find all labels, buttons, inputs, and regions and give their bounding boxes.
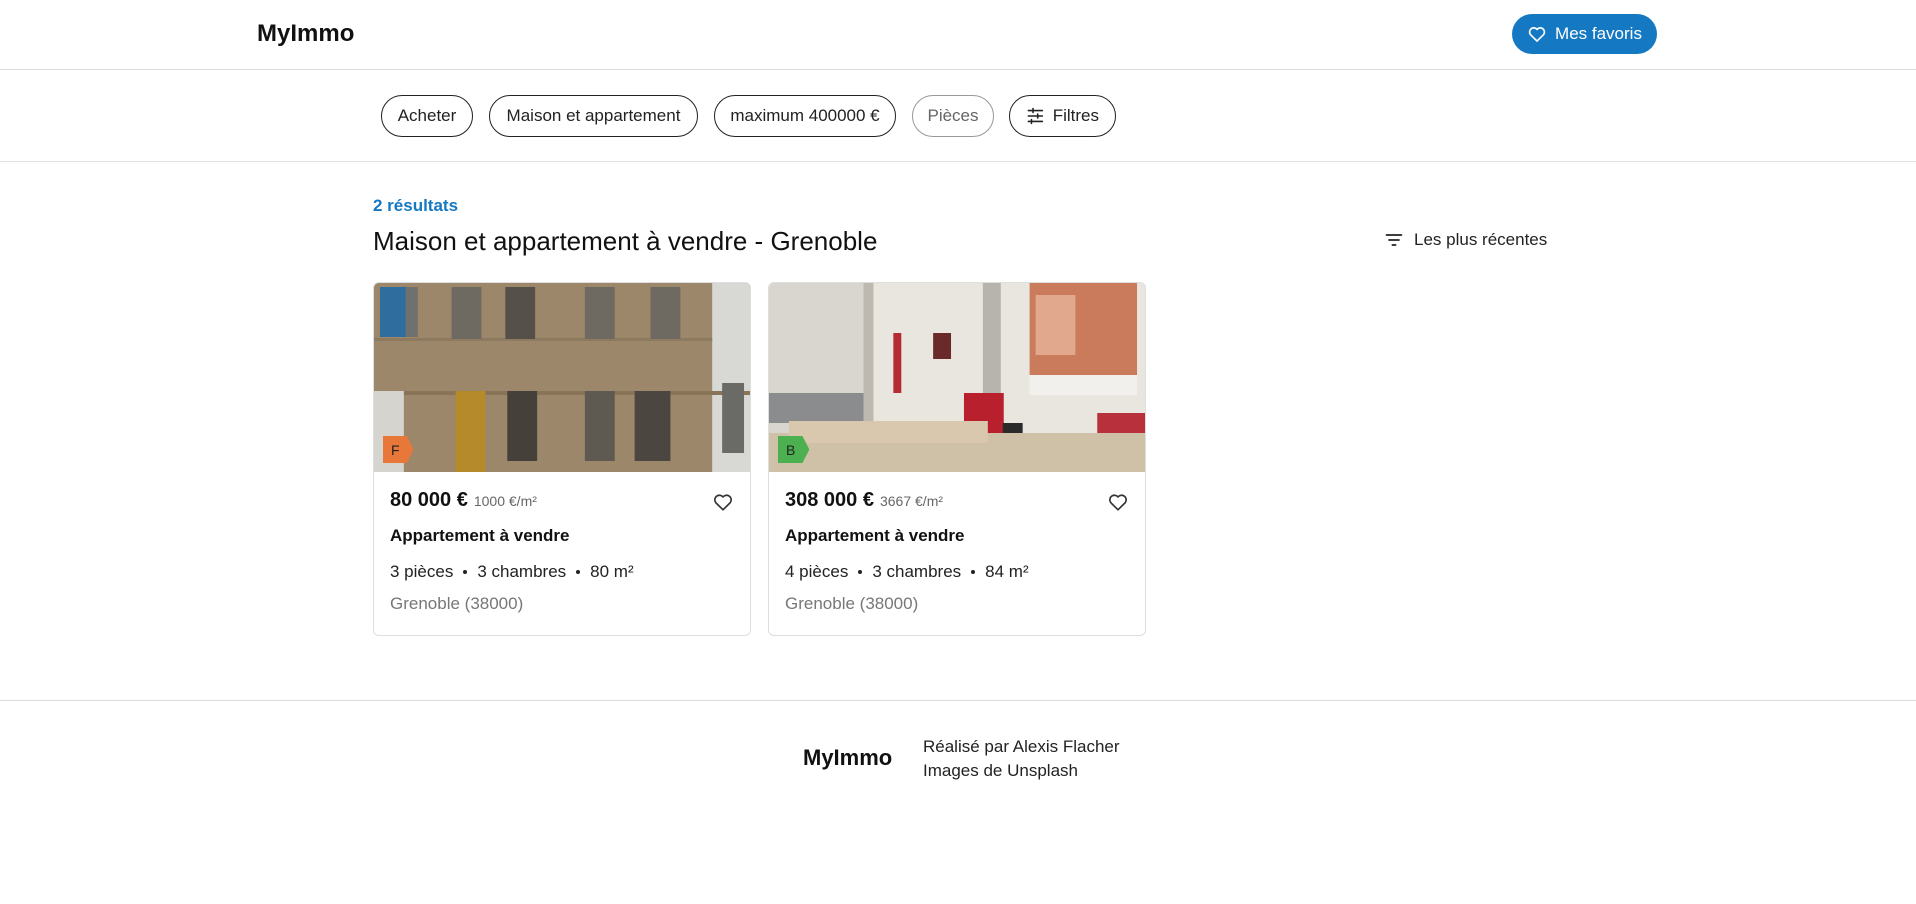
filter-max-price[interactable]: maximum 400000 € — [714, 95, 896, 137]
listing-photo: F — [374, 283, 750, 472]
listing-card[interactable]: B 308 000 € 3667 €/m² Appartement à vend… — [768, 282, 1146, 636]
price-row: 308 000 € 3667 €/m² — [785, 489, 1129, 512]
price-row: 80 000 € 1000 €/m² — [390, 489, 734, 512]
separator-dot — [576, 570, 581, 574]
favorite-heart-icon[interactable] — [712, 491, 734, 513]
footer-logo: MyImmo — [803, 745, 893, 770]
sliders-icon — [1027, 107, 1044, 125]
listing-specs: 3 pièces 3 chambres 80 m² — [390, 562, 734, 582]
filter-transaction-label: Acheter — [397, 106, 457, 125]
sort-icon — [1385, 234, 1403, 246]
price-per-m2: 1000 €/m² — [473, 493, 537, 509]
filter-property-type[interactable]: Maison et appartement — [489, 95, 698, 137]
footer-credits: Réalisé par Alexis Flacher Images de Uns… — [923, 735, 1120, 783]
credit-images: Images de Unsplash — [923, 761, 1078, 780]
listing-rooms: 4 pièces — [785, 562, 849, 581]
sort-selector[interactable]: Les plus récentes — [1384, 230, 1547, 250]
separator-dot — [971, 570, 976, 574]
page-footer: MyImmo Réalisé par Alexis Flacher Images… — [0, 700, 1916, 904]
filter-property-type-label: Maison et appartement — [506, 106, 681, 125]
listing-city: Grenoble (38000) — [785, 594, 919, 613]
separator-dot — [463, 570, 468, 574]
filter-bar: Acheter Maison et appartement maximum 40… — [0, 70, 1916, 162]
credit-author: Réalisé par Alexis Flacher — [923, 737, 1120, 756]
favorites-button[interactable]: Mes favoris — [1512, 14, 1657, 54]
filter-transaction[interactable]: Acheter — [381, 95, 473, 137]
listing-details: 308 000 € 3667 €/m² Appartement à vendre… — [785, 489, 1129, 614]
listing-surface: 80 m² — [590, 562, 634, 581]
site-logo[interactable]: MyImmo — [257, 20, 354, 48]
listing-card[interactable]: F 80 000 € 1000 €/m² Appartement à vendr… — [373, 282, 751, 636]
listing-bedrooms: 3 chambres — [872, 562, 962, 581]
heart-icon — [1528, 27, 1546, 42]
results-count: 2 résultats — [373, 196, 459, 215]
sort-label: Les plus récentes — [1414, 230, 1548, 249]
listing-bedrooms: 3 chambres — [477, 562, 567, 581]
listing-photo: B — [769, 283, 1145, 472]
favorites-label: Mes favoris — [1555, 24, 1642, 43]
listing-specs: 4 pièces 3 chambres 84 m² — [785, 562, 1129, 582]
filter-rooms-label: Pièces — [927, 106, 979, 125]
building-facade-image — [374, 283, 750, 472]
filter-more-label: Filtres — [1052, 106, 1099, 125]
listing-details: 80 000 € 1000 €/m² Appartement à vendre … — [390, 489, 734, 614]
listing-type: Appartement à vendre — [785, 526, 965, 545]
listing-type: Appartement à vendre — [390, 526, 570, 545]
listing-surface: 84 m² — [985, 562, 1029, 581]
filter-rooms[interactable]: Pièces — [912, 95, 994, 137]
filter-max-price-label: maximum 400000 € — [730, 106, 880, 125]
listing-price: 308 000 € — [785, 489, 874, 511]
separator-dot — [858, 570, 863, 574]
filter-more-button[interactable]: Filtres — [1009, 95, 1116, 137]
favorite-heart-icon[interactable] — [1107, 491, 1129, 513]
top-header: MyImmo Mes favoris — [0, 0, 1916, 70]
living-room-image — [769, 283, 1145, 472]
listing-price: 80 000 € — [390, 489, 468, 511]
page-title: Maison et appartement à vendre - Grenobl… — [373, 226, 878, 256]
price-per-m2: 3667 €/m² — [879, 493, 944, 509]
listing-rooms: 3 pièces — [390, 562, 454, 581]
listing-city: Grenoble (38000) — [390, 594, 524, 613]
